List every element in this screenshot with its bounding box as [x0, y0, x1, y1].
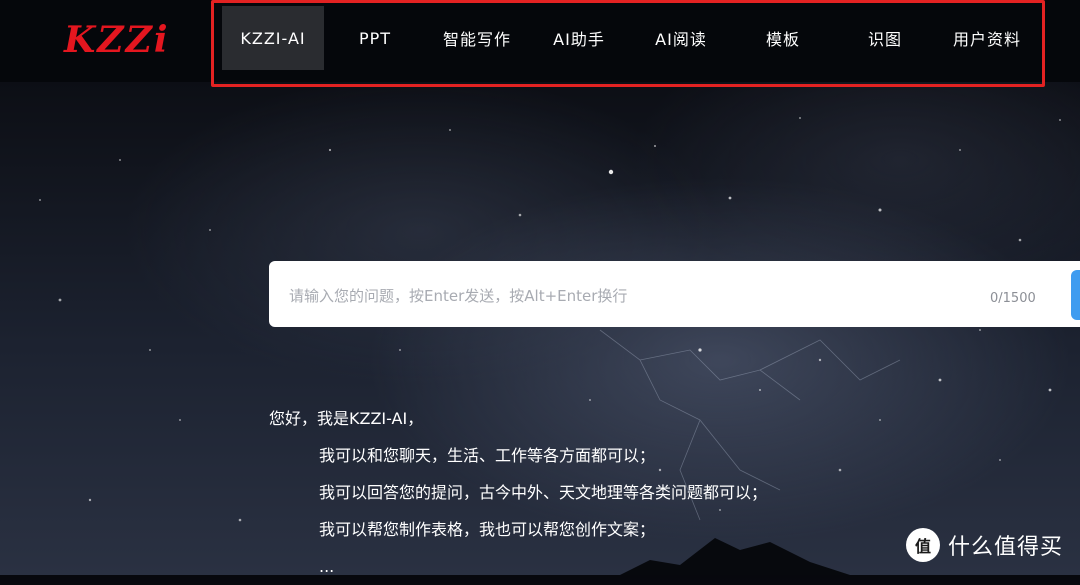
- smzdm-watermark: 值 什么值得买: [906, 528, 1063, 562]
- watermark-text: 什么值得买: [948, 535, 1064, 560]
- assistant-intro: 您好，我是KZZI-AI， 我可以和您聊天，生活、工作等各方面都可以； 我可以回…: [269, 400, 767, 585]
- smzdm-logo-icon: 值: [906, 528, 940, 562]
- send-button[interactable]: [1071, 270, 1080, 320]
- intro-line: 我可以回答您的提问，古今中外、天文地理等各类问题都可以；: [319, 483, 768, 502]
- character-counter: 0/1500: [990, 291, 1036, 306]
- chat-input-box: 0/1500: [269, 261, 1080, 327]
- intro-greeting: 您好，我是KZZI-AI，: [269, 409, 424, 428]
- chat-input[interactable]: [287, 281, 971, 311]
- kzzi-logo[interactable]: KZZi: [64, 18, 170, 62]
- intro-line: 我可以帮您制作表格，我也可以帮您创作文案；: [319, 520, 656, 539]
- intro-line: 我可以和您聊天，生活、工作等各方面都可以；: [319, 446, 656, 465]
- nav-highlight-frame: [211, 0, 1045, 87]
- intro-line: ...: [319, 557, 335, 576]
